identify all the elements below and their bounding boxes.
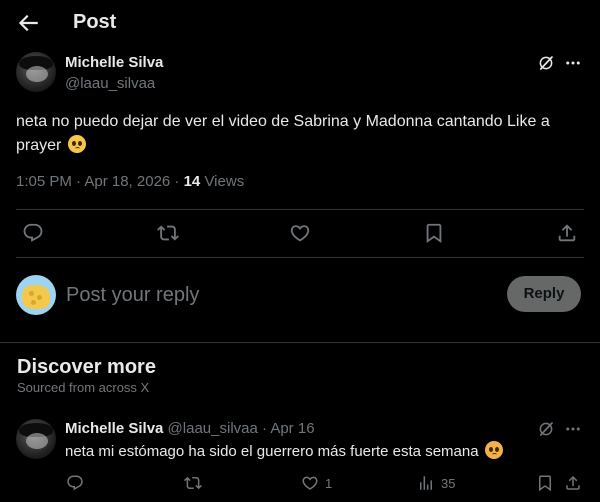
author-name[interactable]: Michelle Silva — [65, 54, 163, 71]
grok-icon[interactable] — [537, 420, 555, 438]
like-heart-icon[interactable] — [289, 222, 311, 244]
more-options-icon[interactable] — [564, 420, 582, 438]
related-post-text: neta mi estómago ha sido el guerrero más… — [65, 441, 503, 462]
like-heart-icon[interactable]: 1 — [301, 474, 332, 492]
share-icon[interactable] — [556, 222, 578, 244]
post-text: neta no puedo dejar de ver el video de S… — [16, 110, 584, 158]
flushed-face-emoji — [484, 441, 503, 459]
pleading-face-emoji — [67, 135, 86, 153]
avatar[interactable] — [16, 419, 56, 459]
post-timestamp[interactable]: 1:05 PM · Apr 18, 2026 · — [16, 173, 184, 190]
related-post-header: Michelle Silva @laau_silvaa · Apr 16 — [65, 420, 315, 437]
views-count: 14 — [183, 173, 201, 190]
post-meta: 1:05 PM · Apr 18, 2026 · 14 Views — [16, 173, 244, 190]
avatar[interactable] — [16, 52, 56, 92]
share-icon[interactable] — [564, 474, 582, 492]
views-label: Views — [200, 173, 245, 190]
section-divider — [0, 342, 600, 343]
like-count: 1 — [325, 475, 333, 491]
reply-icon[interactable] — [66, 474, 90, 492]
back-arrow-icon[interactable] — [15, 10, 41, 36]
bookmark-icon[interactable] — [536, 474, 554, 492]
retweet-icon[interactable] — [157, 222, 179, 244]
avatar[interactable] — [16, 275, 56, 315]
post-text-content: neta no puedo dejar de ver el video de S… — [16, 113, 550, 154]
author-handle-date[interactable]: @laau_silvaa · Apr 16 — [163, 420, 315, 437]
reply-icon[interactable] — [22, 222, 44, 244]
section-title: Discover more — [17, 356, 156, 378]
bookmark-icon[interactable] — [423, 222, 445, 244]
retweet-icon[interactable] — [184, 474, 208, 492]
more-options-icon[interactable] — [564, 54, 582, 72]
views-chart-icon[interactable]: 35 — [417, 474, 455, 492]
section-subtitle: Sourced from across X — [17, 380, 150, 395]
reply-button[interactable]: Reply — [507, 276, 581, 312]
author-name[interactable]: Michelle Silva — [65, 420, 163, 437]
related-post-content: neta mi estómago ha sido el guerrero más… — [65, 443, 479, 460]
divider — [16, 257, 584, 258]
author-handle[interactable]: @laau_silvaa — [65, 75, 155, 92]
page-title: Post — [73, 11, 117, 33]
grok-icon[interactable] — [537, 54, 555, 72]
views-count: 35 — [441, 475, 456, 491]
reply-input[interactable] — [66, 280, 486, 310]
divider — [16, 209, 584, 210]
